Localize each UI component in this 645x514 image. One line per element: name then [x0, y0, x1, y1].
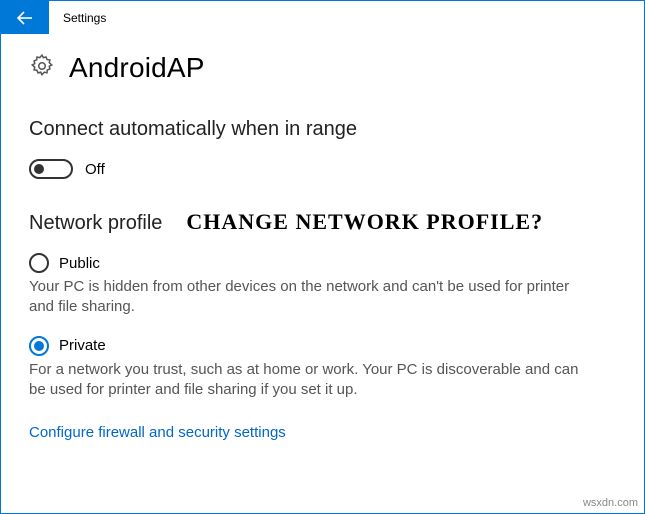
toggle-knob-icon — [34, 164, 44, 174]
watermark: wsxdn.com — [583, 497, 638, 509]
radio-public-label: Public — [59, 255, 100, 272]
back-arrow-icon — [15, 8, 35, 28]
radio-private-desc: For a network you trust, such as at home… — [29, 360, 589, 401]
radio-private-label: Private — [59, 337, 106, 354]
radio-public-circle — [29, 253, 49, 273]
connect-heading: Connect automatically when in range — [29, 118, 616, 141]
firewall-link[interactable]: Configure firewall and security settings — [29, 424, 286, 441]
connect-toggle[interactable] — [29, 159, 73, 179]
titlebar: Settings — [1, 1, 644, 34]
radio-private-circle — [29, 336, 49, 356]
content-area: AndroidAP Connect automatically when in … — [1, 34, 644, 442]
gear-icon — [29, 53, 55, 84]
back-button[interactable] — [1, 1, 49, 34]
radio-public-desc: Your PC is hidden from other devices on … — [29, 277, 589, 318]
page-title: AndroidAP — [69, 52, 205, 84]
profile-heading: Network profile — [29, 212, 162, 235]
connect-toggle-label: Off — [85, 161, 105, 178]
radio-dot-icon — [34, 341, 44, 351]
window-title: Settings — [49, 1, 106, 34]
radio-private[interactable]: Private — [29, 336, 616, 356]
connect-toggle-row: Off — [29, 159, 616, 179]
profile-heading-row: Network profile CHANGE NETWORK PROFILE? — [29, 209, 616, 235]
radio-public[interactable]: Public — [29, 253, 616, 273]
annotation-text: CHANGE NETWORK PROFILE? — [186, 209, 543, 235]
page-header: AndroidAP — [29, 52, 616, 84]
